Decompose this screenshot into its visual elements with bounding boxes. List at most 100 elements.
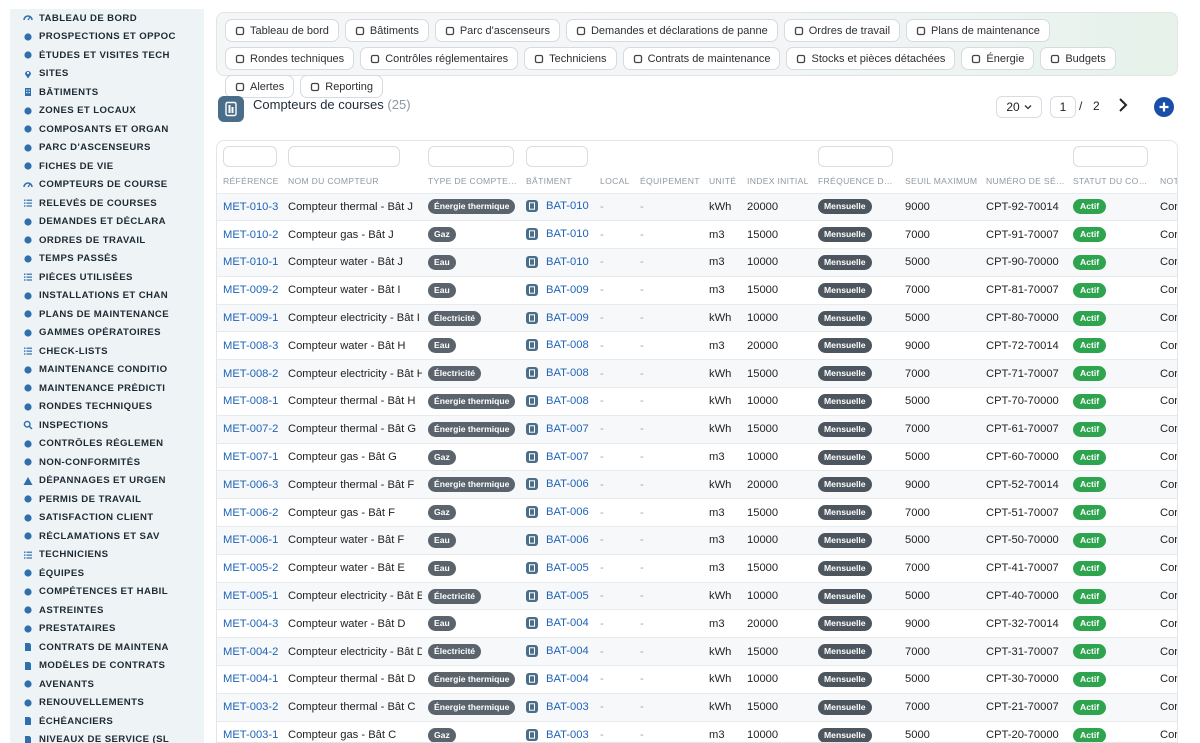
reference-link[interactable]: MET-010-3 [223, 201, 278, 213]
table-row[interactable]: MET-010-2 Compteur gas - Bât J Gaz BAT-010-… [217, 220, 1177, 249]
sidebar-item[interactable]: MAINTENANCE CONDITIO [10, 361, 204, 380]
building-link[interactable]: BAT-010 [526, 228, 589, 241]
table-row[interactable]: MET-008-3 Compteur water - Bât H Eau BAT-00… [217, 331, 1177, 360]
nav-button[interactable]: Reporting [300, 75, 383, 98]
sidebar-item[interactable]: ÉQUIPES [10, 564, 204, 583]
sidebar-item[interactable]: PRESTATAIRES [10, 620, 204, 639]
building-link[interactable]: BAT-010 [526, 200, 589, 213]
table-row[interactable]: MET-005-2 Compteur water - Bât E Eau BAT-00… [217, 554, 1177, 582]
sidebar-item[interactable]: PARC D'ASCENSEURS [10, 139, 204, 158]
column-header[interactable]: NOT [1154, 169, 1177, 193]
nav-button[interactable]: Demandes et déclarations de panne [565, 19, 778, 42]
building-link[interactable]: BAT-008 [526, 339, 589, 352]
nav-button[interactable]: Ordres de travail [783, 19, 901, 42]
nav-button[interactable]: Plans de maintenance [906, 19, 1050, 42]
sidebar-item[interactable]: ORDRES DE TRAVAIL [10, 231, 204, 250]
building-link[interactable]: BAT-005 [526, 561, 589, 574]
table-row[interactable]: MET-010-3 Compteur thermal - Bât J Énergie… [217, 193, 1177, 221]
nav-button[interactable]: Tableau de bord [225, 19, 339, 42]
sidebar-item[interactable]: ÉTUDES ET VISITES TECH [10, 46, 204, 65]
sidebar-item[interactable]: PIÈCES UTILISÉES [10, 268, 204, 287]
sidebar-item[interactable]: COMPÉTENCES ET HABIL [10, 583, 204, 602]
reference-link[interactable]: MET-007-1 [223, 451, 278, 463]
column-header[interactable]: UNITÉ [703, 169, 741, 193]
column-header[interactable]: FRÉQUENCE D… [812, 169, 899, 193]
sidebar-item[interactable]: NON-CONFORMITÉS [10, 453, 204, 472]
column-header[interactable]: TYPE DE COMPTE… [422, 169, 520, 193]
building-link[interactable]: BAT-006 [526, 506, 589, 519]
current-page-input[interactable]: 1 [1050, 96, 1076, 118]
nav-button[interactable]: Contrôles réglementaires [360, 47, 519, 70]
filter-status[interactable] [1073, 146, 1148, 167]
building-link[interactable]: BAT-006 [526, 533, 589, 546]
nav-button[interactable]: Énergie [961, 47, 1035, 70]
sidebar-item[interactable]: SATISFACTION CLIENT [10, 509, 204, 528]
reference-link[interactable]: MET-006-2 [223, 507, 278, 519]
building-link[interactable]: BAT-004 [526, 645, 589, 658]
table-row[interactable]: MET-004-3 Compteur water - Bât D Eau BAT-00… [217, 609, 1177, 638]
sidebar-item[interactable]: RELEVÉS DE COURSES [10, 194, 204, 213]
filter-type[interactable] [428, 146, 514, 167]
column-header[interactable]: NOM DU COMPTEUR [282, 169, 422, 193]
table-row[interactable]: MET-003-1 Compteur gas - Bât C Gaz BAT-003-… [217, 721, 1177, 742]
nav-button[interactable]: Parc d'ascenseurs [434, 19, 560, 42]
table-row[interactable]: MET-003-2 Compteur thermal - Bât C Énergie… [217, 693, 1177, 722]
reference-link[interactable]: MET-005-1 [223, 590, 278, 602]
building-link[interactable]: BAT-005 [526, 589, 589, 602]
sidebar-item[interactable]: PROSPECTIONS ET OPPOC [10, 28, 204, 47]
nav-button[interactable]: Budgets [1040, 47, 1116, 70]
column-header[interactable]: NUMÉRO DE SÉ… [980, 169, 1067, 193]
table-row[interactable]: MET-009-2 Compteur water - Bât I Eau BAT-00… [217, 276, 1177, 304]
table-row[interactable]: MET-005-1 Compteur electricity - Bât E Éle… [217, 582, 1177, 610]
filter-building[interactable] [526, 146, 588, 167]
nav-button[interactable]: Rondes techniques [225, 47, 355, 70]
sidebar-item[interactable]: SITES [10, 65, 204, 84]
column-header[interactable]: LOCAL [594, 169, 634, 193]
table-row[interactable]: MET-007-1 Compteur gas - Bât G Gaz BAT-007-… [217, 443, 1177, 471]
sidebar-item[interactable]: FICHES DE VIE [10, 157, 204, 176]
reference-link[interactable]: MET-008-1 [223, 395, 278, 407]
reference-link[interactable]: MET-004-3 [223, 618, 278, 630]
reference-link[interactable]: MET-008-3 [223, 340, 278, 352]
sidebar-item[interactable]: CONTRÔLES RÉGLEMEN [10, 435, 204, 454]
table-row[interactable]: MET-004-1 Compteur thermal - Bât D Énergie… [217, 665, 1177, 694]
table-row[interactable]: MET-008-1 Compteur thermal - Bât H Énergie… [217, 387, 1177, 416]
filter-name[interactable] [288, 146, 400, 167]
building-link[interactable]: BAT-003 [526, 728, 589, 741]
building-link[interactable]: BAT-008 [526, 394, 589, 407]
table-row[interactable]: MET-010-1 Compteur water - Bât J Eau BAT-01… [217, 248, 1177, 277]
nav-button[interactable]: Alertes [225, 75, 295, 98]
reference-link[interactable]: MET-007-2 [223, 423, 278, 435]
table-row[interactable]: MET-006-1 Compteur water - Bât F Eau BAT-00… [217, 526, 1177, 555]
reference-link[interactable]: MET-009-1 [223, 312, 278, 324]
sidebar-item[interactable]: CONTRATS DE MAINTENA [10, 638, 204, 657]
building-link[interactable]: BAT-009 [526, 283, 589, 296]
filter-reference[interactable] [223, 146, 277, 167]
reference-link[interactable]: MET-010-1 [223, 256, 278, 268]
sidebar-item[interactable]: ZONES ET LOCAUX [10, 102, 204, 121]
reference-link[interactable]: MET-006-1 [223, 534, 278, 546]
column-header[interactable]: STATUT DU CO… [1067, 169, 1154, 193]
building-link[interactable]: BAT-008 [526, 367, 589, 380]
sidebar-item[interactable]: TABLEAU DE BORD [10, 9, 204, 28]
sidebar-item[interactable]: NIVEAUX DE SERVICE (SL [10, 731, 204, 743]
column-header[interactable]: ÉQUIPEMENT [634, 169, 703, 193]
building-link[interactable]: BAT-007 [526, 422, 589, 435]
sidebar-item[interactable]: MAINTENANCE PRÉDICTI [10, 379, 204, 398]
column-header[interactable]: BÂTIMENT [520, 169, 594, 193]
sidebar-item[interactable]: PERMIS DE TRAVAIL [10, 490, 204, 509]
reference-link[interactable]: MET-009-2 [223, 284, 278, 296]
table-row[interactable]: MET-006-3 Compteur thermal - Bât F Énergie… [217, 470, 1177, 499]
nav-button[interactable]: Techniciens [524, 47, 617, 70]
sidebar-item[interactable]: TECHNICIENS [10, 546, 204, 565]
sidebar-item[interactable]: PLANS DE MAINTENANCE [10, 305, 204, 324]
table-row[interactable]: MET-008-2 Compteur electricity - Bât H Éle… [217, 359, 1177, 388]
sidebar-item[interactable]: GAMMES OPÉRATOIRES [10, 324, 204, 343]
building-link[interactable]: BAT-004 [526, 672, 589, 685]
sidebar-item[interactable]: DÉPANNAGES ET URGEN [10, 472, 204, 491]
sidebar-item[interactable]: CHECK-LISTS [10, 342, 204, 361]
column-header[interactable]: RÉFÉRENCE [217, 169, 282, 193]
per-page-select[interactable]: 20 [996, 96, 1042, 118]
building-link[interactable]: BAT-004 [526, 617, 589, 630]
table-row[interactable]: MET-009-1 Compteur electricity - Bât I Éle… [217, 304, 1177, 332]
